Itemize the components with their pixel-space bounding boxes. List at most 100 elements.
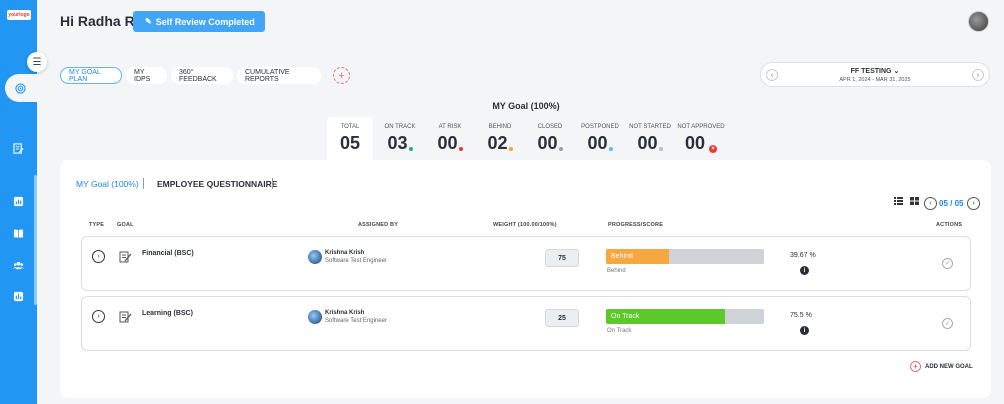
prev-page-button[interactable]: ‹	[924, 197, 937, 210]
stat-value-row: 00	[627, 133, 673, 154]
assignee-avatar	[308, 310, 322, 324]
chevron-right-icon: ›	[972, 200, 975, 207]
status-dot	[658, 147, 663, 151]
add-tab-button[interactable]: +	[333, 67, 350, 84]
tab-my-goal-plan[interactable]: MY GOAL PLAN	[60, 67, 122, 84]
sidebar-item-goals[interactable]	[5, 74, 37, 102]
stat-value: 02	[487, 133, 508, 153]
goals-card: MY Goal (100%) EMPLOYEE QUESTIONNAIRE ‹ …	[60, 160, 991, 398]
analytics-icon	[13, 291, 23, 301]
stat-item[interactable]: BEHIND 02	[477, 124, 523, 154]
status-dot	[558, 147, 563, 151]
grid-view-icon[interactable]	[910, 197, 919, 205]
assignee-avatar	[308, 250, 322, 264]
app-logo: yourlogo	[7, 10, 31, 20]
weight-field[interactable]: 25	[545, 309, 579, 327]
stat-item[interactable]: NOT APPROVED 00 ×	[675, 124, 727, 154]
sidebar-scrollbar[interactable]	[34, 175, 37, 305]
check-action-icon[interactable]: ✓	[942, 318, 953, 329]
col-actions: ACTIONS	[936, 222, 963, 228]
info-icon[interactable]: i	[800, 326, 809, 335]
stat-value: 00	[684, 133, 706, 153]
team-icon	[12, 261, 24, 269]
score-value: 75.5 %	[790, 312, 812, 319]
collapse-sidebar-button[interactable]: ☰	[27, 52, 47, 72]
status-dot	[458, 147, 463, 151]
stat-value-row: 02	[477, 133, 523, 154]
sidebar-item-analytics[interactable]	[11, 289, 25, 303]
self-review-label: Self Review Completed	[155, 16, 255, 27]
goal-summary-title: MY Goal (100%)	[492, 101, 560, 111]
bar-chart-icon	[13, 196, 23, 206]
stat-item[interactable]: NOT STARTED 00	[627, 124, 673, 154]
subtab-my-goal[interactable]: MY Goal (100%)	[76, 179, 139, 189]
assignee-role: Software Test Engineer	[325, 318, 387, 324]
goal-type-icon	[119, 311, 132, 323]
chevron-down-icon: ⌄	[893, 68, 900, 75]
user-avatar[interactable]	[968, 11, 989, 32]
add-new-goal-button[interactable]: + ADD NEW GOAL	[910, 361, 973, 372]
progress-bar: On Track	[606, 309, 764, 324]
period-name[interactable]: FF TESTING ⌄	[761, 67, 989, 75]
col-type: TYPE	[89, 222, 105, 228]
tab-my-idps[interactable]: MY IDPS	[126, 67, 167, 84]
self-review-completed-button[interactable]: ✎ Self Review Completed	[133, 11, 265, 32]
weight-field[interactable]: 75	[545, 249, 579, 267]
next-page-button[interactable]: ›	[967, 197, 980, 210]
stat-label: BEHIND	[488, 124, 512, 130]
sidebar-item-reports[interactable]	[11, 194, 25, 208]
goal-name[interactable]: Financial (BSC)	[142, 250, 194, 257]
plus-icon: +	[910, 361, 921, 372]
stat-value: 00	[587, 133, 608, 153]
col-progress: PROGRESS/SCORE	[608, 222, 664, 228]
assignee-name: Krishna Krish	[325, 250, 365, 256]
stat-value-row: 00	[427, 133, 473, 154]
book-icon	[13, 228, 23, 238]
assignee-role: Software Test Engineer	[325, 258, 387, 264]
stat-label: NOT APPROVED	[677, 124, 725, 130]
progress-status: Behind	[607, 268, 626, 274]
expand-row-button[interactable]: ›	[92, 310, 105, 323]
info-icon[interactable]: i	[800, 266, 809, 275]
stat-label: NOT STARTED	[629, 124, 671, 130]
stat-item[interactable]: ON TRACK 03	[377, 124, 423, 154]
progress-fill: On Track	[606, 309, 726, 324]
stat-item[interactable]: POSTPONED 00	[577, 124, 623, 154]
status-dot	[408, 147, 413, 151]
goal-name[interactable]: Learning (BSC)	[142, 310, 193, 317]
check-action-icon[interactable]: ✓	[942, 258, 953, 269]
subtab-divider	[143, 178, 144, 189]
next-period-button[interactable]: ›	[972, 69, 984, 81]
expand-row-button[interactable]: ›	[92, 250, 105, 263]
goal-type-icon	[119, 251, 132, 263]
chevron-right-icon: ›	[976, 71, 980, 79]
stat-item[interactable]: CLOSED 00	[527, 124, 573, 154]
goal-row[interactable]: › Learning (BSC) Krishna Krish Software Tes…	[81, 296, 971, 351]
stat-value: 00	[537, 133, 558, 153]
goal-row[interactable]: › Financial (BSC) Krishna Krish Software Te…	[81, 236, 971, 291]
sidebar-item-library[interactable]	[11, 226, 25, 240]
assignee-name: Krishna Krish	[325, 310, 365, 316]
progress-status: On Track	[607, 328, 632, 334]
stat-value: 05	[339, 133, 361, 153]
sidebar-item-team[interactable]	[11, 258, 25, 272]
not-approved-icon: ×	[709, 145, 718, 153]
stat-value-row: 00	[577, 133, 623, 154]
stat-item[interactable]: TOTAL 05	[327, 124, 373, 154]
document-edit-icon	[12, 142, 24, 154]
chevron-right-icon: ›	[97, 313, 100, 320]
progress-bar: Behind	[606, 249, 764, 264]
tab-360-feedback[interactable]: 360° FEEDBACK	[171, 67, 233, 84]
tab-cumulative-reports[interactable]: CUMULATIVE REPORTS	[237, 67, 321, 84]
stat-item[interactable]: AT RISK 00	[427, 124, 473, 154]
stat-value-row: 00	[527, 133, 573, 154]
stat-value: 00	[637, 133, 658, 153]
chevron-right-icon: ›	[97, 253, 100, 260]
col-goal: GOAL	[117, 222, 134, 228]
period-selector[interactable]: ‹ FF TESTING ⌄ APR 1, 2024 - MAR 31, 202…	[760, 62, 990, 87]
subtab-employee-questionnaire[interactable]: EMPLOYEE QUESTIONNAIRE	[157, 179, 277, 189]
stat-value-row: 00 ×	[675, 133, 727, 154]
list-view-icon[interactable]	[894, 197, 903, 205]
subtab-divider	[272, 178, 273, 189]
sidebar-item-reviews[interactable]	[11, 141, 25, 155]
